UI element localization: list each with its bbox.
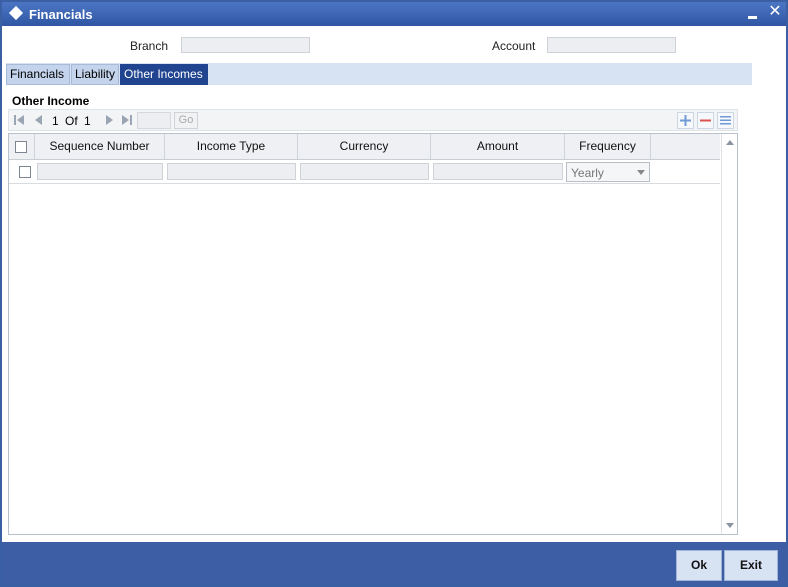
currency-field[interactable] [300,163,429,180]
footer-bar: Ok Exit [2,542,786,585]
total-pages: 1 [84,114,91,128]
branch-field[interactable] [181,37,310,53]
income-type-field[interactable] [167,163,296,180]
page-number-input[interactable] [137,112,171,129]
col-frequency[interactable]: Frequency [565,134,651,159]
tab-other-incomes[interactable]: Other Incomes [120,64,208,85]
page-of-label: Of [65,114,78,128]
scroll-down-icon[interactable] [726,523,734,528]
tab-strip: Financials Liability Other Incomes [6,63,752,85]
branch-label: Branch [130,39,169,53]
section-title: Other Income [12,94,90,108]
current-page: 1 [52,114,59,128]
frequency-value: Yearly [571,166,604,180]
previous-page-icon[interactable] [33,113,45,127]
minimize-icon[interactable] [746,4,764,22]
scroll-up-icon[interactable] [726,140,734,145]
go-button[interactable]: Go [174,112,198,129]
window-title: Financials [29,7,93,22]
account-field[interactable] [547,37,676,53]
select-all-checkbox[interactable] [15,141,27,153]
first-page-icon[interactable] [13,113,25,127]
col-currency[interactable]: Currency [298,134,431,159]
col-amount[interactable]: Amount [431,134,565,159]
amount-field[interactable] [433,163,563,180]
account-label: Account [492,39,536,53]
last-page-icon[interactable] [121,113,133,127]
tab-liability[interactable]: Liability [71,64,119,85]
ok-button[interactable]: Ok [676,550,722,581]
single-view-icon[interactable] [717,112,734,129]
tab-financials[interactable]: Financials [6,64,70,85]
close-icon[interactable]: ✕ [766,4,784,22]
add-row-icon[interactable] [677,112,694,129]
sequence-number-field[interactable] [37,163,163,180]
col-sequence-number[interactable]: Sequence Number [35,134,165,159]
row-checkbox[interactable] [19,166,31,178]
app-diamond-icon [8,5,24,21]
frequency-select[interactable]: Yearly [566,162,650,182]
exit-button[interactable]: Exit [724,550,778,581]
delete-row-icon[interactable] [697,112,714,129]
select-all-cell [9,134,35,159]
other-income-grid: Sequence Number Income Type Currency Amo… [8,133,738,535]
col-income-type[interactable]: Income Type [165,134,298,159]
title-bar[interactable]: Financials ✕ [2,2,786,26]
next-page-icon[interactable] [103,113,115,127]
vertical-scrollbar[interactable] [721,134,737,534]
grid-header: Sequence Number Income Type Currency Amo… [9,134,720,160]
pagination-bar: 1 Of 1 Go [8,109,738,131]
financials-window: Financials ✕ Branch Account Financials L… [0,0,788,587]
chevron-down-icon [637,170,645,175]
table-row: Yearly [9,160,720,184]
